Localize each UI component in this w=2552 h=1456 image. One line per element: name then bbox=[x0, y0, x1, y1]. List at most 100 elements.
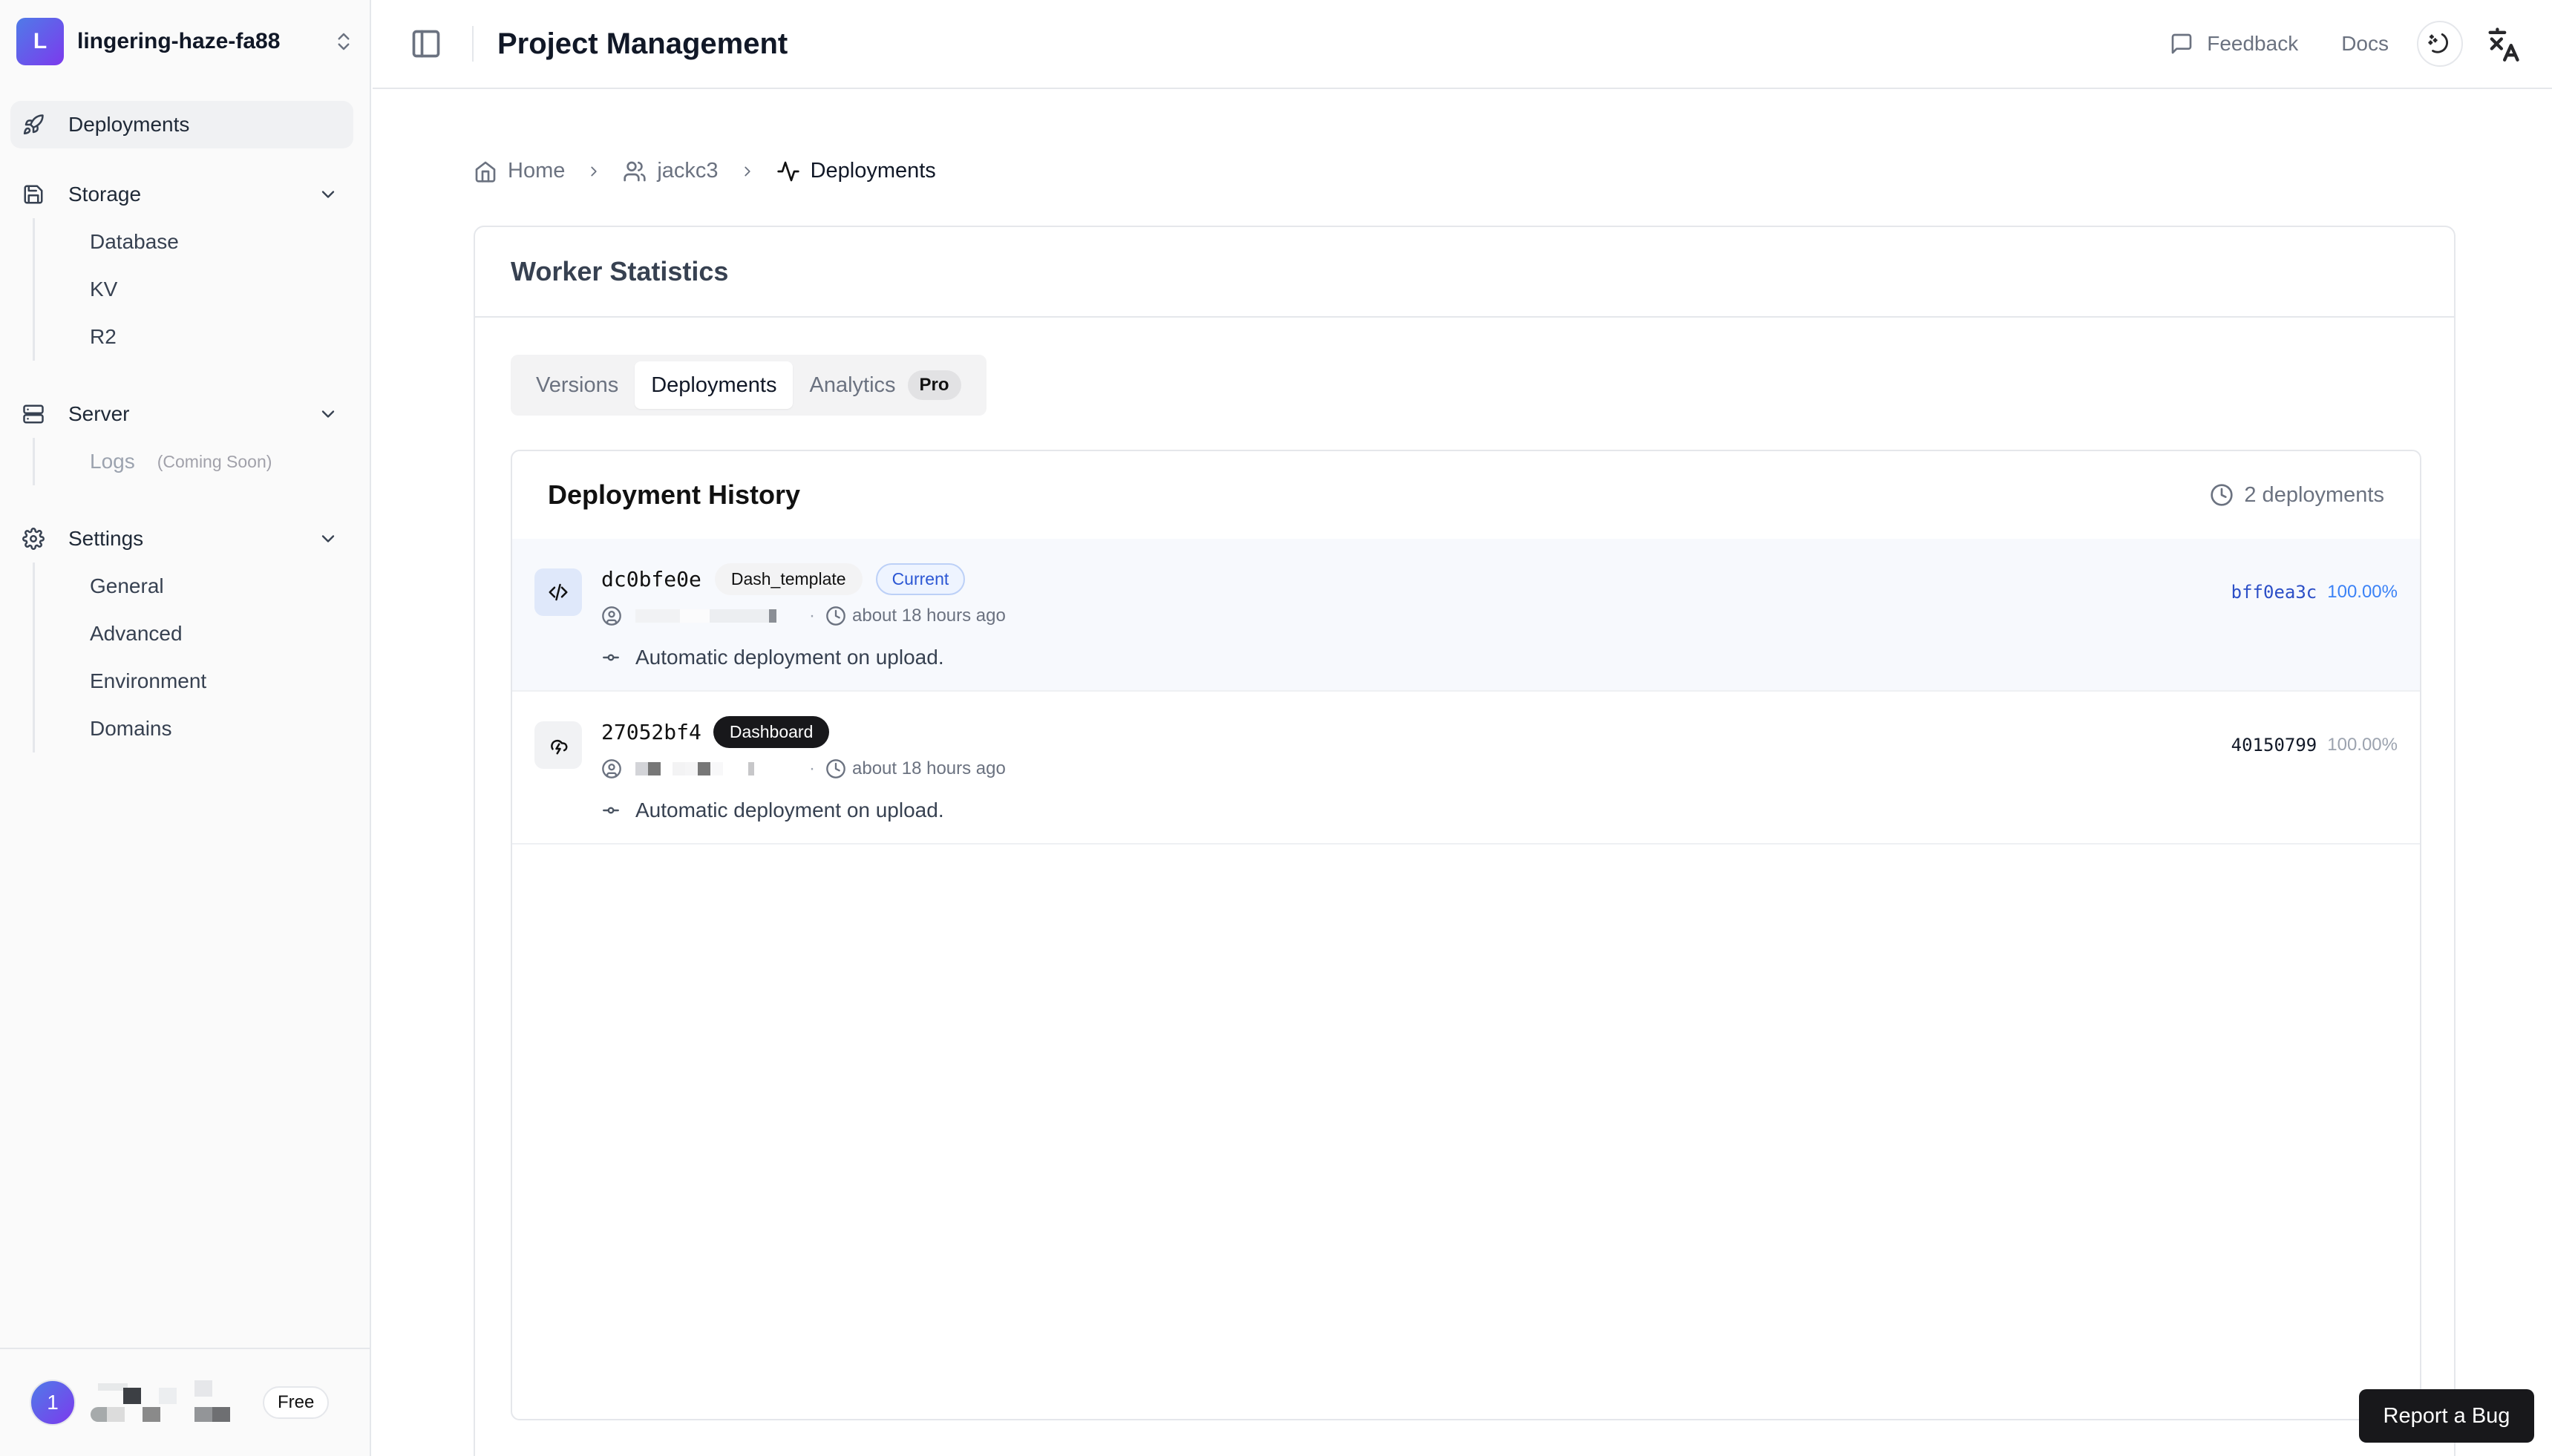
git-commit-icon bbox=[603, 654, 619, 661]
sidebar-submenu-storage: Database KV R2 bbox=[33, 218, 353, 361]
deployment-tag: Dashboard bbox=[713, 715, 830, 748]
report-bug-button[interactable]: Report a Bug bbox=[2359, 1389, 2534, 1443]
moon-stars-icon bbox=[2428, 33, 2448, 53]
deployment-history: Deployment History 2 deployments dc0bfe0… bbox=[511, 450, 2421, 1420]
deployment-count-label: 2 deployments bbox=[2244, 482, 2384, 507]
deployment-history-title: Deployment History bbox=[548, 479, 801, 510]
sidebar-item-environment[interactable]: Environment bbox=[35, 658, 353, 705]
topbar-divider bbox=[472, 26, 474, 62]
deployment-meta: · about 18 hours ago bbox=[601, 755, 1006, 782]
sidebar-group-storage: Storage Database KV R2 bbox=[10, 171, 353, 361]
sidebar-group-label: Settings bbox=[68, 527, 144, 550]
feedback-label: Feedback bbox=[2207, 32, 2299, 55]
clock-icon bbox=[2211, 484, 2234, 506]
sidebar-group-settings-toggle[interactable]: Settings bbox=[10, 515, 353, 563]
sidebar-group-label: Server bbox=[68, 402, 130, 425]
sidebar-toggle-icon[interactable] bbox=[410, 27, 442, 60]
chevron-right-icon bbox=[591, 166, 598, 176]
tab-analytics[interactable]: Analytics Pro bbox=[793, 361, 977, 409]
card-title: Worker Statistics bbox=[511, 256, 729, 286]
deployment-version: bff0ea3c 100.00% bbox=[2231, 582, 2398, 603]
sidebar-item-kv[interactable]: KV bbox=[35, 266, 353, 313]
rocket-icon bbox=[23, 114, 44, 135]
home-icon bbox=[475, 161, 496, 183]
translate-icon[interactable] bbox=[2484, 24, 2522, 63]
sidebar-item-general[interactable]: General bbox=[35, 563, 353, 610]
deployment-heading: dc0bfe0e Dash_template Current bbox=[601, 561, 966, 597]
sidebar-item-r2[interactable]: R2 bbox=[35, 313, 353, 361]
sidebar-item-domains[interactable]: Domains bbox=[35, 705, 353, 752]
save-icon bbox=[24, 185, 43, 204]
chevron-down-icon bbox=[321, 191, 335, 198]
sidebar-item-label: Logs bbox=[90, 450, 135, 473]
sidebar-item-advanced[interactable]: Advanced bbox=[35, 610, 353, 658]
cloud-lightning-icon bbox=[551, 739, 568, 755]
breadcrumb-user[interactable]: jackc3 bbox=[623, 159, 719, 183]
user-name-redacted bbox=[91, 1380, 232, 1425]
deployment-row[interactable]: 27052bf4 Dashboard · about 18 hours ago … bbox=[512, 692, 2420, 845]
breadcrumb: Home jackc3 Deployments bbox=[474, 159, 936, 183]
deployment-time: about 18 hours ago bbox=[825, 758, 1006, 779]
deployment-history-header: Deployment History 2 deployments bbox=[512, 451, 2420, 539]
sidebar-submenu-server: Logs (Coming Soon) bbox=[33, 438, 353, 485]
sidebar-group-settings: Settings General Advanced Environment Do… bbox=[10, 515, 353, 752]
sidebar-submenu-settings: General Advanced Environment Domains bbox=[33, 563, 353, 752]
deployment-version: 40150799 100.00% bbox=[2231, 735, 2398, 755]
sidebar-group-server: Server Logs (Coming Soon) bbox=[10, 390, 353, 485]
feedback-button[interactable]: Feedback bbox=[2170, 32, 2298, 56]
user-circle-icon bbox=[602, 606, 621, 626]
sidebar-nav: Deployments Storage Database KV R2 Serve… bbox=[10, 101, 353, 752]
deployment-type-badge bbox=[534, 568, 582, 616]
pro-badge: Pro bbox=[907, 370, 961, 400]
version-id[interactable]: 40150799 bbox=[2231, 735, 2317, 755]
deployment-heading: 27052bf4 Dashboard bbox=[601, 714, 830, 750]
git-commit-icon bbox=[603, 807, 619, 814]
chevron-down-icon bbox=[321, 410, 335, 418]
sidebar-item-label: Deployments bbox=[68, 113, 190, 136]
breadcrumb-home[interactable]: Home bbox=[474, 159, 565, 183]
user-circle-icon bbox=[602, 759, 621, 778]
topbar: Project Management Feedback Docs bbox=[373, 0, 2552, 89]
docs-link[interactable]: Docs bbox=[2341, 32, 2389, 56]
users-icon bbox=[624, 161, 647, 181]
sidebar-item-deployments[interactable]: Deployments bbox=[10, 101, 353, 148]
message-square-icon bbox=[2171, 33, 2192, 54]
sidebar: L lingering-haze-fa88 Deployments Storag… bbox=[0, 0, 371, 1456]
theme-toggle-button[interactable] bbox=[2417, 21, 2463, 67]
team-logo: L bbox=[16, 18, 64, 65]
version-percentage: 100.00% bbox=[2327, 735, 2398, 755]
deployment-tag: Dash_template bbox=[714, 563, 863, 595]
sidebar-group-server-toggle[interactable]: Server bbox=[10, 390, 353, 438]
tab-deployments[interactable]: Deployments bbox=[635, 361, 794, 409]
sidebar-group-label: Storage bbox=[68, 183, 142, 206]
version-id[interactable]: bff0ea3c bbox=[2231, 582, 2317, 603]
avatar: 1 bbox=[30, 1380, 76, 1426]
card-header: Worker Statistics bbox=[475, 227, 2454, 318]
clock-icon bbox=[826, 606, 845, 626]
server-icon bbox=[23, 404, 44, 424]
sidebar-item-database[interactable]: Database bbox=[35, 218, 353, 266]
deployment-message-text: Automatic deployment on upload. bbox=[635, 798, 944, 822]
sidebar-item-logs: Logs (Coming Soon) bbox=[35, 438, 353, 485]
tab-versions[interactable]: Versions bbox=[520, 361, 635, 409]
deployment-type-badge bbox=[534, 721, 582, 769]
breadcrumb-label: Deployments bbox=[810, 159, 936, 183]
sidebar-group-storage-toggle[interactable]: Storage bbox=[10, 171, 353, 218]
clock-icon bbox=[826, 759, 845, 778]
deployment-meta: · about 18 hours ago bbox=[601, 603, 1006, 629]
deployment-row[interactable]: dc0bfe0e Dash_template Current · about 1… bbox=[512, 539, 2420, 692]
chevrons-up-down-icon bbox=[338, 33, 350, 50]
breadcrumb-current: Deployments bbox=[776, 159, 936, 183]
deployment-message: Automatic deployment on upload. bbox=[601, 643, 944, 672]
version-percentage: 100.00% bbox=[2327, 582, 2398, 602]
tab-list: Versions Deployments Analytics Pro bbox=[511, 355, 987, 416]
user-menu[interactable]: 1 Free bbox=[0, 1348, 370, 1456]
deployment-time-label: about 18 hours ago bbox=[852, 606, 1006, 626]
deployment-message: Automatic deployment on upload. bbox=[601, 796, 944, 825]
separator: · bbox=[809, 606, 815, 626]
page-title: Project Management bbox=[497, 27, 788, 60]
deployment-time: about 18 hours ago bbox=[825, 606, 1006, 626]
chevron-right-icon bbox=[744, 166, 750, 176]
team-switcher[interactable]: L lingering-haze-fa88 bbox=[16, 18, 355, 65]
tab-label: Analytics bbox=[809, 373, 896, 397]
